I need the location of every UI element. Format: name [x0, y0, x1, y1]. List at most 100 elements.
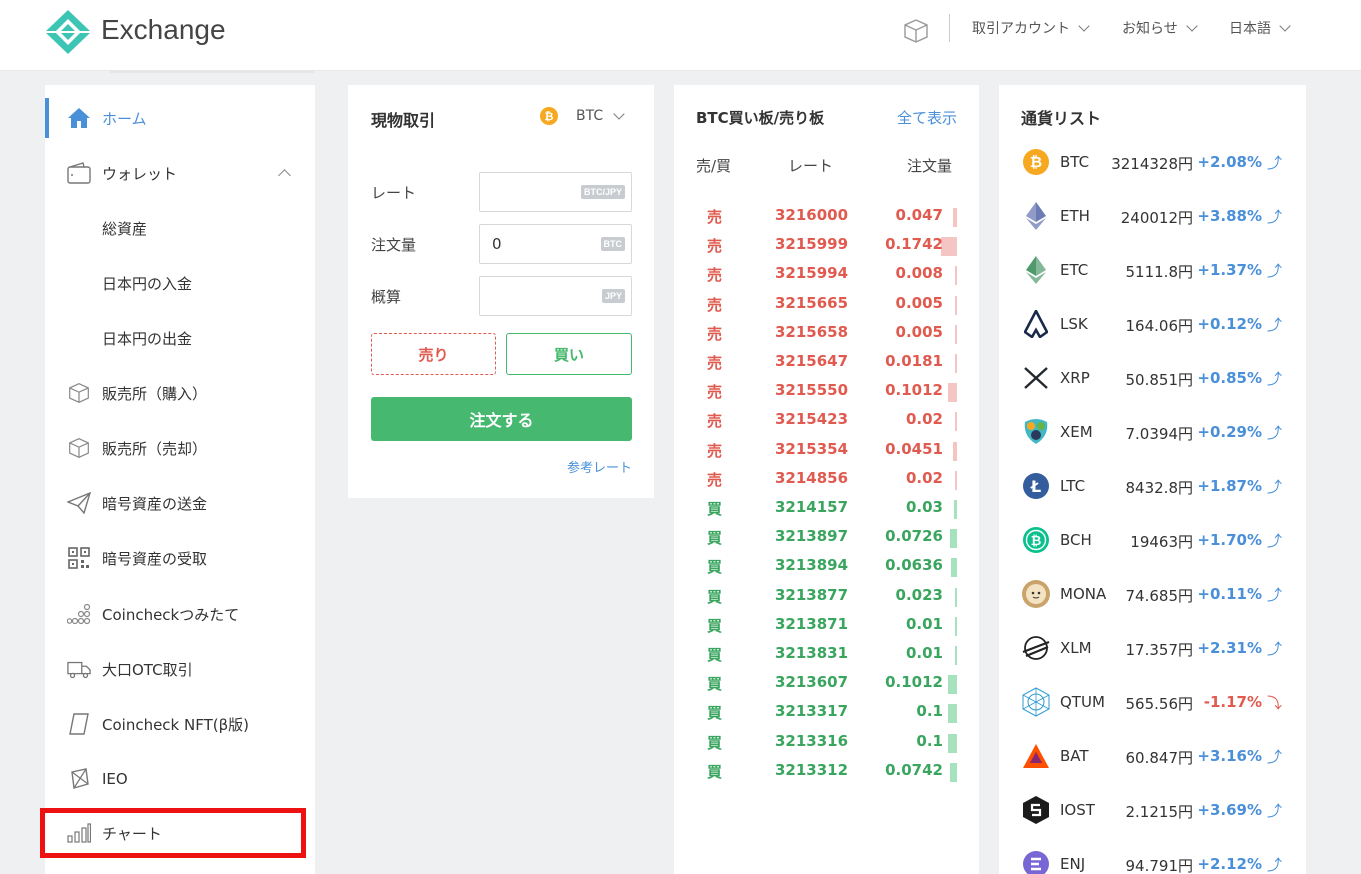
order-book-row[interactable]: 買 3213894 0.0636: [674, 556, 979, 585]
order-book-row[interactable]: 売 3215658 0.005: [674, 323, 979, 352]
currency-row-xrp[interactable]: XRP 50.851円 +0.85% ⤴: [999, 359, 1306, 399]
currency-change: +1.70%: [1197, 531, 1262, 549]
order-book-row[interactable]: 売 3215999 0.1742: [674, 235, 979, 264]
order-rate: 3214856: [775, 468, 849, 487]
currency-change: +2.08%: [1197, 153, 1262, 171]
sidebar-item-crypto-send[interactable]: 暗号資産の送金: [45, 483, 315, 523]
sidebar-item-jpy-deposit[interactable]: 日本円の入金: [45, 263, 315, 303]
currency-row-enj[interactable]: ENJ 94.791円 +2.12% ⤴: [999, 845, 1306, 874]
order-book-row[interactable]: 売 3215423 0.02: [674, 410, 979, 439]
currency-row-mona[interactable]: MONA 74.685円 +0.11% ⤴: [999, 575, 1306, 615]
sidebar-item-store-buy[interactable]: 販売所（購入）: [45, 373, 315, 413]
order-quantity: 0.0636: [885, 556, 943, 575]
trend-up-icon: ⤴: [1266, 748, 1282, 766]
sidebar-item-crypto-receive[interactable]: 暗号資産の受取: [45, 538, 315, 578]
order-book-row[interactable]: 売 3215550 0.1012: [674, 381, 979, 410]
order-rate: 3215423: [775, 410, 849, 429]
currency-row-lsk[interactable]: LSK 164.06円 +0.12% ⤴: [999, 305, 1306, 345]
sidebar-item-ieo[interactable]: IEO: [45, 759, 315, 799]
currency-row-bch[interactable]: ₿ BCH 19463円 +1.70% ⤴: [999, 521, 1306, 561]
sidebar-item-otc[interactable]: 大口OTC取引: [45, 649, 315, 689]
sidebar-item-nft[interactable]: Coincheck NFT(β版): [45, 704, 315, 744]
currency-row-qtum[interactable]: QTUM 565.56円 -1.17% ⤵: [999, 683, 1306, 723]
sidebar-item-wallet[interactable]: ウォレット: [45, 153, 315, 193]
sidebar-item-total-assets[interactable]: 総資産: [45, 208, 315, 248]
qtum-icon: [1021, 687, 1051, 717]
order-quantity: 0.02: [905, 468, 943, 487]
sidebar-item-store-sell[interactable]: 販売所（売却）: [45, 428, 315, 468]
order-book-row[interactable]: 買 3213317 0.1: [674, 702, 979, 731]
depth-bar: [954, 500, 957, 519]
chevron-down-icon: [1078, 20, 1090, 32]
bat-icon: [1021, 741, 1051, 771]
order-rate: 3213871: [775, 614, 849, 633]
order-book-row[interactable]: 買 3214157 0.03: [674, 498, 979, 527]
depth-bar: [953, 208, 957, 227]
depth-bar: [955, 295, 957, 315]
ieo-icon: [67, 767, 91, 791]
order-quantity: 0.023: [895, 585, 943, 604]
order-book-row[interactable]: 買 3213877 0.023: [674, 586, 979, 615]
currency-row-ltc[interactable]: Ł LTC 8432.8円 +1.87% ⤴: [999, 467, 1306, 507]
menu-notifications[interactable]: お知らせ: [1122, 18, 1198, 38]
menu-trade-account[interactable]: 取引アカウント: [972, 18, 1090, 38]
ltc-icon: Ł: [1021, 471, 1051, 501]
sidebar-item-label: ホーム: [102, 109, 147, 128]
order-book-row[interactable]: 売 3215647 0.0181: [674, 352, 979, 381]
order-book-row[interactable]: 買 3213312 0.0742: [674, 761, 979, 790]
order-quantity: 0.01: [905, 644, 943, 662]
currency-row-xem[interactable]: XEM 7.0394円 +0.29% ⤴: [999, 413, 1306, 453]
order-book-row[interactable]: 買 3213607 0.1012: [674, 673, 979, 702]
coin-select[interactable]: ₿ BTC: [540, 107, 625, 125]
trend-down-icon: ⤵: [1266, 694, 1282, 712]
estimate-input[interactable]: JPY: [479, 276, 632, 316]
order-book-row[interactable]: 売 3216000 0.047: [674, 206, 979, 235]
brand-name[interactable]: Exchange: [101, 14, 226, 46]
order-side: 売: [707, 295, 723, 314]
order-book-row[interactable]: 売 3215665 0.005: [674, 294, 979, 323]
currency-row-iost[interactable]: IOST 2.1215円 +3.69% ⤴: [999, 791, 1306, 831]
currency-row-bat[interactable]: BAT 60.847円 +3.16% ⤴: [999, 737, 1306, 777]
lsk-icon: [1021, 309, 1051, 339]
menu-language[interactable]: 日本語: [1229, 18, 1291, 38]
order-book-row[interactable]: 売 3215994 0.008: [674, 264, 979, 293]
wallet-icon: [67, 161, 91, 185]
order-book-row[interactable]: 売 3214856 0.02: [674, 469, 979, 498]
quantity-input[interactable]: 0 BTC: [479, 224, 632, 264]
qr-code-icon: [67, 546, 91, 570]
order-side: 売: [707, 383, 723, 402]
order-quantity: 0.01: [905, 614, 943, 633]
exchange-logo-icon[interactable]: [44, 9, 92, 55]
place-order-button[interactable]: 注文する: [371, 397, 632, 441]
sidebar-item-tsumitate[interactable]: Coincheckつみたて: [45, 594, 315, 634]
currency-row-btc[interactable]: ₿ BTC 3214328円 +2.08% ⤴: [999, 143, 1306, 183]
sell-button[interactable]: 売り: [371, 333, 496, 375]
currency-change: +1.37%: [1197, 261, 1262, 279]
sidebar-item-jpy-withdraw[interactable]: 日本円の出金: [45, 318, 315, 358]
trend-up-icon: ⤴: [1266, 262, 1282, 280]
sidebar-item-home[interactable]: ホーム: [45, 98, 315, 138]
chevron-up-icon[interactable]: [278, 168, 291, 182]
sidebar-item-label: 暗号資産の送金: [102, 494, 208, 513]
currency-row-etc[interactable]: ETC 5111.8円 +1.37% ⤴: [999, 251, 1306, 291]
depth-bar: [950, 529, 957, 549]
order-side: 買: [707, 529, 723, 548]
rate-input[interactable]: BTC/JPY: [479, 172, 632, 212]
currency-row-eth[interactable]: ETH 240012円 +3.88% ⤴: [999, 197, 1306, 237]
currency-row-xlm[interactable]: XLM 17.357円 +2.31% ⤴: [999, 629, 1306, 669]
order-book-row[interactable]: 売 3215354 0.0451: [674, 440, 979, 469]
buy-button[interactable]: 買い: [506, 333, 632, 375]
cube-icon[interactable]: [903, 18, 929, 44]
reference-rate-link[interactable]: 参考レート: [567, 457, 632, 476]
unit-tag: JPY: [601, 289, 625, 303]
order-book-row[interactable]: 買 3213316 0.1: [674, 732, 979, 761]
order-book-row[interactable]: 買 3213831 0.01: [674, 644, 979, 673]
order-side: 買: [707, 558, 723, 577]
order-rate: 3213316: [775, 731, 849, 750]
show-all-link[interactable]: 全て表示: [897, 107, 957, 128]
order-book-row[interactable]: 買 3213871 0.01: [674, 615, 979, 644]
currency-price: 2.1215円: [1125, 803, 1194, 821]
menu-trade-account-label: 取引アカウント: [972, 21, 1070, 37]
header-divider: [949, 14, 950, 42]
order-book-row[interactable]: 買 3213897 0.0726: [674, 527, 979, 556]
